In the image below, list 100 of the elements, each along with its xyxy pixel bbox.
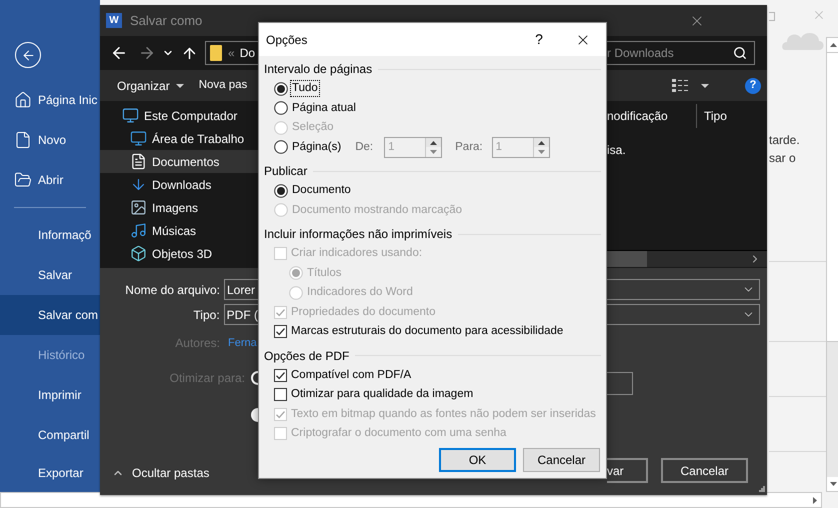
hide-folders-button[interactable]: Ocultar pastas bbox=[112, 463, 258, 483]
download-icon bbox=[130, 176, 147, 193]
radio-button[interactable] bbox=[274, 184, 288, 198]
organize-menu[interactable]: Organizar bbox=[117, 76, 184, 94]
caret-icon bbox=[176, 84, 184, 88]
section-heading: Incluir informações não imprimíveis bbox=[264, 226, 452, 243]
sidebar-item[interactable]: Novo bbox=[0, 120, 100, 160]
desktop-icon bbox=[130, 130, 147, 147]
option-label: Tudo bbox=[291, 81, 319, 96]
checkbox[interactable] bbox=[274, 388, 287, 402]
help-button[interactable]: ? bbox=[518, 23, 560, 56]
dialog-title: Opções bbox=[266, 32, 308, 48]
section-heading: Publicar bbox=[264, 163, 308, 180]
vertical-scrollbar[interactable] bbox=[826, 37, 838, 492]
nav-item[interactable]: Imagens bbox=[100, 196, 258, 219]
scrollbar-thumb[interactable] bbox=[827, 52, 838, 342]
cube-icon bbox=[130, 245, 147, 262]
section-heading: Opções de PDF bbox=[264, 348, 350, 364]
nav-item[interactable]: Área de Trabalho bbox=[100, 127, 258, 150]
scroll-up-icon bbox=[830, 43, 836, 47]
new-folder-button[interactable]: Nova pas bbox=[198, 76, 248, 94]
field-label: Para: bbox=[455, 140, 483, 155]
checkbox[interactable] bbox=[274, 325, 287, 338]
nav-item[interactable]: Objetos 3D bbox=[100, 242, 258, 265]
sidebar-item[interactable]: Salvar com bbox=[0, 295, 100, 335]
sidebar-item[interactable]: Abrir bbox=[0, 160, 100, 200]
scroll-down-icon bbox=[830, 482, 836, 486]
option-label: Documento mostrando marcação bbox=[291, 202, 464, 218]
sidebar-item[interactable]: Compartil bbox=[0, 415, 100, 455]
field-label: Nome do arquivo: bbox=[124, 282, 220, 298]
scroll-right-icon bbox=[813, 496, 817, 504]
option-label: Marcas estruturais do documento para acessibilidade bbox=[290, 324, 564, 340]
sidebar-item[interactable]: Exportar bbox=[0, 455, 100, 490]
search-icon bbox=[733, 46, 747, 60]
monitor-icon bbox=[122, 107, 139, 124]
option-label: Página(s) bbox=[291, 140, 342, 155]
spin-down-icon bbox=[430, 150, 438, 154]
search-field[interactable]: r Downloads bbox=[607, 41, 755, 65]
spin-up-icon bbox=[430, 140, 438, 144]
dialog-title: Salvar como bbox=[130, 12, 202, 30]
option-label: Títulos bbox=[306, 266, 343, 281]
spin-down-icon bbox=[538, 150, 545, 154]
option-label: Página atual bbox=[291, 100, 357, 116]
dialog-button[interactable]: Cancelar bbox=[523, 448, 600, 472]
file-type-dropdown[interactable] bbox=[607, 304, 760, 325]
nav-item[interactable]: Downloads bbox=[100, 173, 258, 196]
document-icon bbox=[14, 131, 32, 149]
section-heading: Intervalo de páginas bbox=[264, 61, 372, 78]
page-text: tarde. bbox=[769, 132, 801, 149]
breadcrumb-separator: « bbox=[228, 45, 235, 62]
column-header[interactable]: Tipo bbox=[704, 107, 727, 125]
cancel-button[interactable]: Cancelar bbox=[661, 458, 748, 483]
radio-button[interactable] bbox=[274, 101, 288, 116]
folder-icon bbox=[14, 171, 32, 189]
address-field[interactable]: « Do bbox=[205, 41, 258, 65]
option-label: Propriedades do documento bbox=[290, 304, 436, 320]
sidebar-item[interactable]: Informaçõ bbox=[0, 215, 100, 255]
back-icon bbox=[20, 48, 36, 62]
document-icon bbox=[130, 153, 147, 170]
option-label: Documento bbox=[291, 183, 352, 198]
radio-button[interactable] bbox=[274, 140, 288, 154]
breadcrumb-text: Do bbox=[240, 45, 256, 62]
field-label: De: bbox=[355, 140, 374, 155]
sidebar-item[interactable]: Salvar bbox=[0, 255, 100, 295]
folder-icon bbox=[210, 45, 222, 61]
home-icon bbox=[14, 91, 32, 109]
image-icon bbox=[130, 199, 147, 216]
option-label: Otimizar para qualidade da imagem bbox=[290, 387, 474, 402]
sidebar-item[interactable]: Imprimir bbox=[0, 375, 100, 415]
back-icon[interactable] bbox=[110, 44, 128, 62]
caret-icon[interactable] bbox=[701, 84, 709, 88]
empty-folder-message: isa. bbox=[607, 142, 627, 159]
horizontal-scrollbar[interactable] bbox=[607, 250, 767, 267]
nav-item[interactable]: Músicas bbox=[100, 219, 258, 242]
option-label: Criar indicadores usando: bbox=[290, 246, 424, 262]
radio-button[interactable] bbox=[250, 408, 258, 422]
view-list-icon[interactable] bbox=[672, 78, 689, 92]
help-button[interactable]: ? bbox=[745, 78, 761, 94]
option-label: Seleção bbox=[291, 120, 335, 136]
scrollbar-thumb[interactable] bbox=[607, 251, 647, 267]
field-label: Tipo: bbox=[192, 306, 220, 324]
filename-dropdown[interactable] bbox=[607, 279, 760, 300]
resize-grip-icon bbox=[759, 486, 765, 492]
spin-up-icon bbox=[538, 140, 545, 144]
checkbox[interactable] bbox=[274, 368, 287, 382]
nav-item[interactable]: Documentos bbox=[100, 150, 258, 173]
sidebar-item[interactable]: Página Inic bbox=[0, 80, 100, 120]
app-icon: W bbox=[106, 13, 122, 28]
forward-icon[interactable] bbox=[138, 44, 156, 62]
back-button[interactable] bbox=[15, 42, 41, 68]
music-icon bbox=[130, 222, 147, 239]
page-text: sar o bbox=[769, 150, 797, 167]
option-label: Texto em bitmap quando as fontes não podem ser inseridas bbox=[290, 406, 597, 422]
dialog-button[interactable]: OK bbox=[439, 448, 516, 472]
option-label: Compatível com PDF/A bbox=[290, 368, 412, 383]
option-label: Criptografar o documento com uma senha bbox=[290, 426, 508, 442]
nav-item[interactable]: Este Computador bbox=[100, 104, 258, 127]
radio-button[interactable] bbox=[274, 82, 288, 96]
option-label: Indicadores do Word bbox=[306, 285, 414, 300]
column-header[interactable]: nodificação bbox=[607, 107, 696, 125]
